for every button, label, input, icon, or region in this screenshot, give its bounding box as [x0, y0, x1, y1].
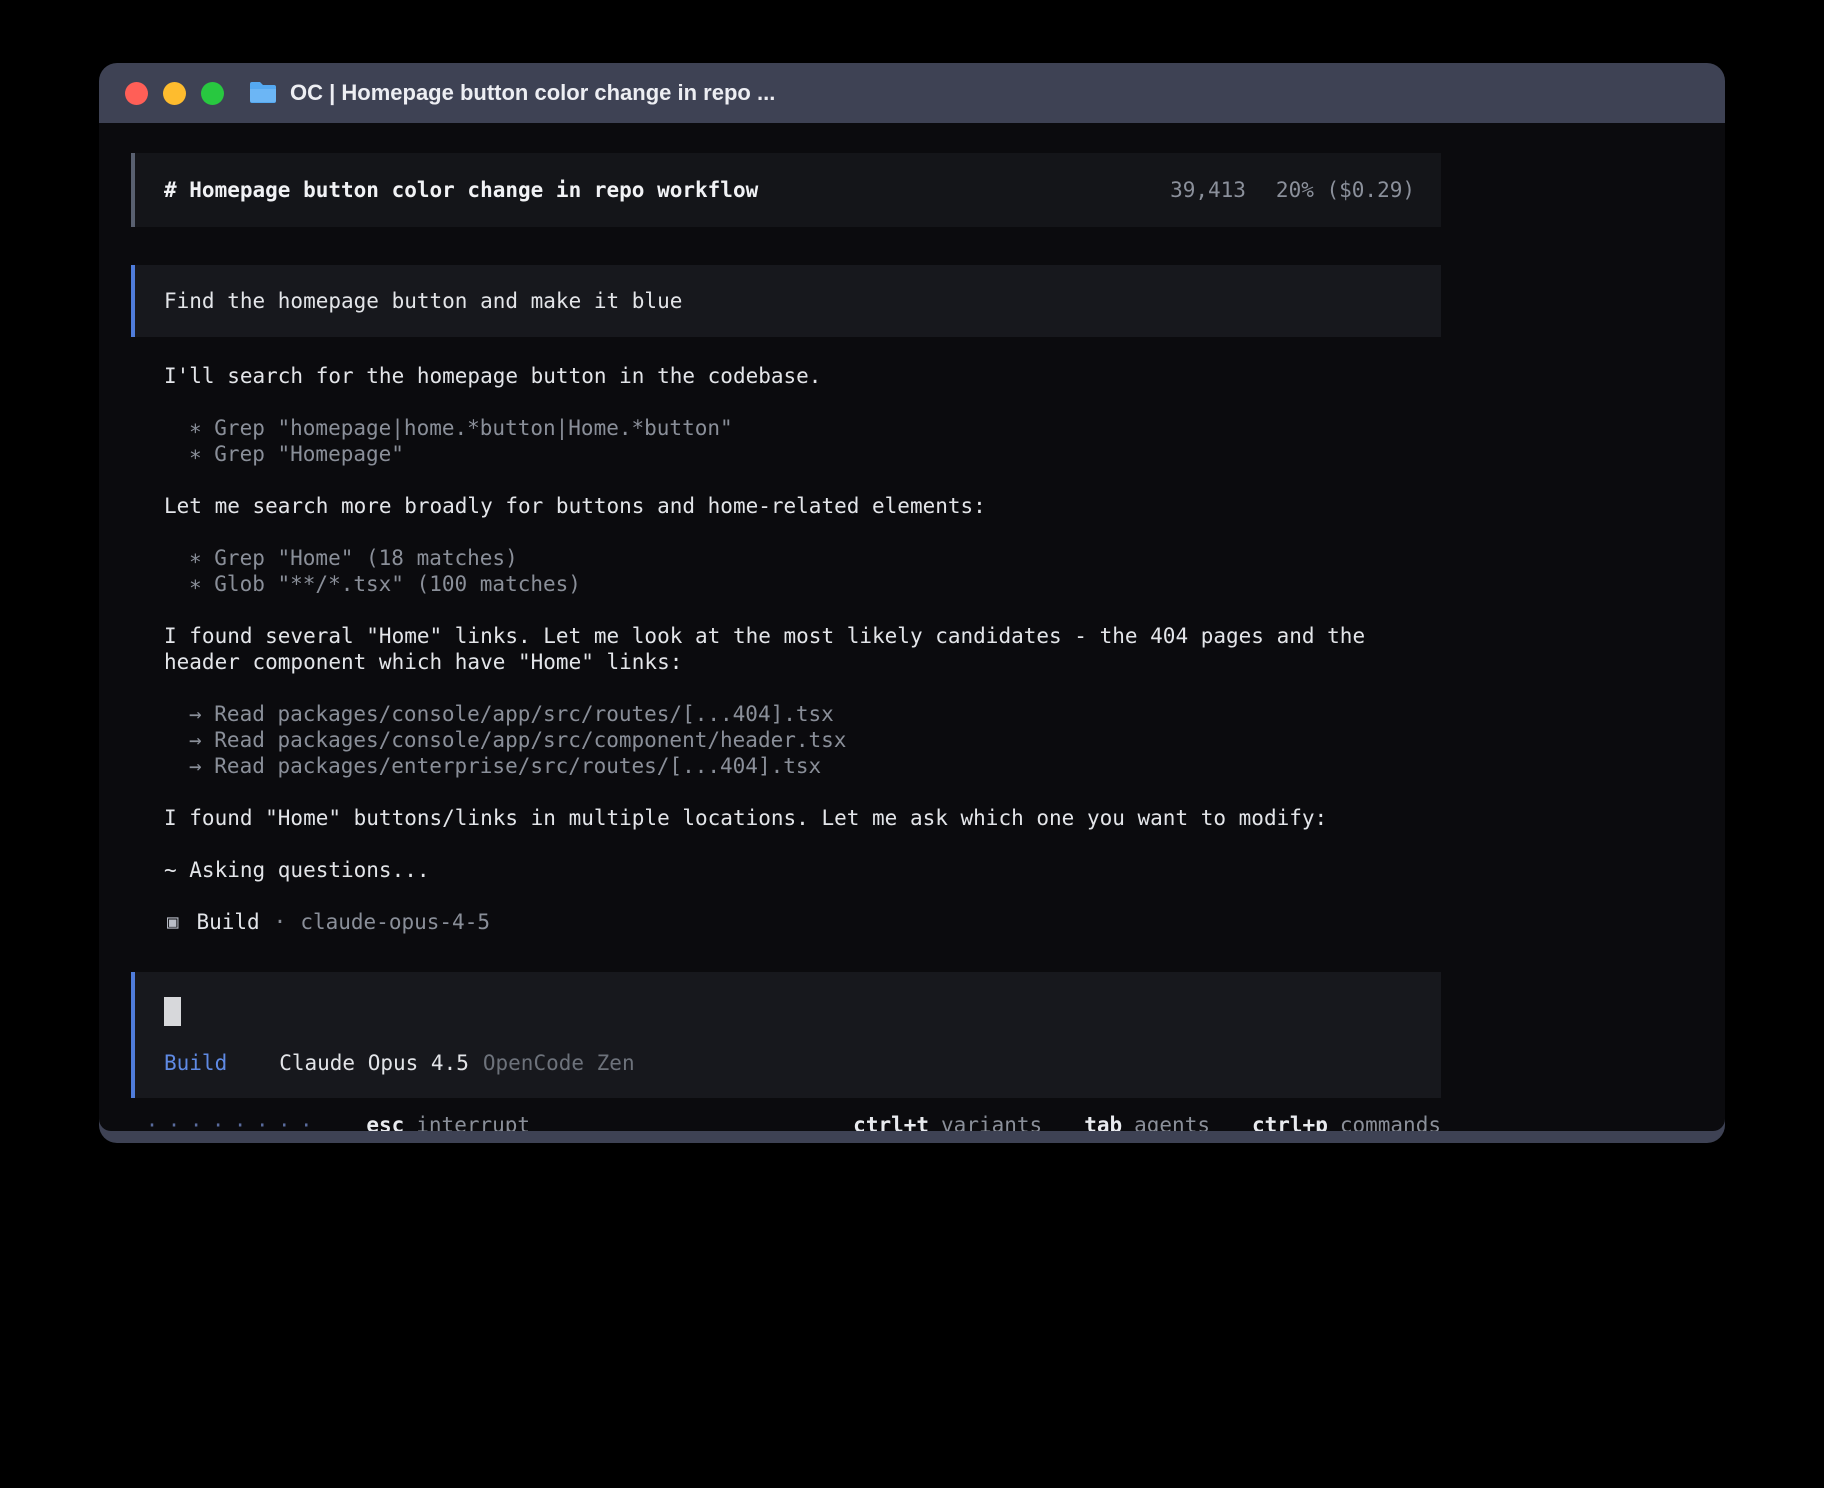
assistant-paragraph: Let me search more broadly for buttons a… — [131, 493, 1441, 519]
ctrl-p-key: ctrl+p — [1252, 1112, 1328, 1131]
shortcut-agents: tab agents — [1084, 1112, 1210, 1131]
spinner-dots: ········ — [146, 1112, 322, 1131]
zoom-button[interactable] — [201, 82, 224, 105]
close-button[interactable] — [125, 82, 148, 105]
terminal-window: OC | Homepage button color change in rep… — [99, 63, 1725, 1143]
ctrl-t-key: ctrl+t — [853, 1112, 929, 1131]
status-bar: ········ esc interrupt ctrl+t variants t… — [131, 1112, 1441, 1131]
traffic-lights — [125, 82, 224, 105]
assistant-paragraph: I'll search for the homepage button in t… — [131, 363, 1441, 389]
provider-name: OpenCode Zen — [483, 1050, 635, 1076]
session-title: # Homepage button color change in repo w… — [164, 177, 758, 203]
folder-icon — [248, 81, 278, 105]
session-header: # Homepage button color change in repo w… — [131, 153, 1441, 227]
title-group: OC | Homepage button color change in rep… — [248, 80, 775, 106]
tool-call-read: → Read packages/enterprise/src/routes/[.… — [189, 753, 1441, 779]
tool-call-grep: ∗ Grep "homepage|home.*button|Home.*butt… — [189, 415, 1441, 441]
tool-call-grep: ∗ Grep "Home" (18 matches) — [189, 545, 1441, 571]
tool-call-group: ∗ Grep "homepage|home.*button|Home.*butt… — [131, 415, 1441, 467]
commands-label: commands — [1340, 1112, 1441, 1131]
status-bar-left: ········ esc interrupt — [146, 1112, 530, 1131]
context-cost: 20% ($0.29) — [1276, 177, 1415, 203]
status-bar-right: ctrl+t variants tab agents ctrl+p comman… — [853, 1112, 1441, 1131]
assistant-paragraph: I found "Home" buttons/links in multiple… — [131, 805, 1441, 831]
tool-call-group: ∗ Grep "Home" (18 matches) ∗ Glob "**/*.… — [131, 545, 1441, 597]
assistant-paragraph: I found several "Home" links. Let me loo… — [131, 623, 1441, 675]
prompt-input[interactable]: Build Claude Opus 4.5 OpenCode Zen — [131, 972, 1441, 1098]
agent-name: Build — [196, 909, 259, 935]
tool-call-group: → Read packages/console/app/src/routes/[… — [131, 701, 1441, 779]
agent-icon: ▣ — [167, 909, 178, 935]
text-cursor — [164, 997, 181, 1026]
mode-badge[interactable]: Build — [164, 1050, 227, 1076]
esc-key-hint: esc — [366, 1112, 404, 1131]
user-message-text: Find the homepage button and make it blu… — [164, 289, 682, 313]
agents-label: agents — [1134, 1112, 1210, 1131]
agent-model: claude-opus-4-5 — [300, 909, 490, 935]
input-meta: Build Claude Opus 4.5 OpenCode Zen — [164, 1050, 1415, 1076]
tool-call-glob: ∗ Glob "**/*.tsx" (100 matches) — [189, 571, 1441, 597]
assistant-status: ~ Asking questions... — [131, 857, 1441, 883]
tool-call-grep: ∗ Grep "Homepage" — [189, 441, 1441, 467]
user-message: Find the homepage button and make it blu… — [131, 265, 1441, 337]
shortcut-commands: ctrl+p commands — [1252, 1112, 1441, 1131]
model-name[interactable]: Claude Opus 4.5 — [279, 1050, 469, 1076]
tool-call-read: → Read packages/console/app/src/routes/[… — [189, 701, 1441, 727]
token-count: 39,413 — [1170, 177, 1246, 203]
variants-label: variants — [941, 1112, 1042, 1131]
session-stats: 39,413 20% ($0.29) — [1170, 177, 1415, 203]
interrupt-label: interrupt — [416, 1112, 530, 1131]
window-title: OC | Homepage button color change in rep… — [290, 80, 775, 106]
terminal-content: # Homepage button color change in repo w… — [99, 123, 1725, 1131]
minimize-button[interactable] — [163, 82, 186, 105]
tab-key: tab — [1084, 1112, 1122, 1131]
titlebar[interactable]: OC | Homepage button color change in rep… — [99, 63, 1725, 123]
shortcut-variants: ctrl+t variants — [853, 1112, 1042, 1131]
agent-status-line: ▣ Build · claude-opus-4-5 — [131, 909, 1441, 935]
agent-separator: · — [274, 909, 287, 935]
tool-call-read: → Read packages/console/app/src/componen… — [189, 727, 1441, 753]
